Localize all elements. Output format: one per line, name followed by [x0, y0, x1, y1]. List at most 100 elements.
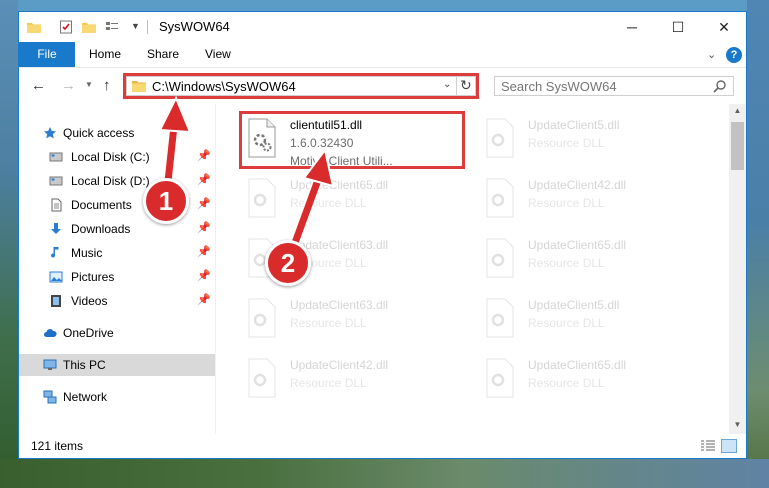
network-icon	[43, 390, 57, 404]
folder-icon	[27, 23, 41, 33]
file-name: UpdateClient42.dll	[290, 358, 389, 372]
drive-icon	[49, 152, 63, 162]
file-name: UpdateClient5.dll	[528, 118, 620, 132]
file-highlight	[239, 111, 465, 169]
computer-icon	[43, 359, 57, 370]
minimize-button[interactable]: ─	[609, 12, 655, 42]
sidebar-item-downloads[interactable]: Downloads 📌	[19, 218, 215, 240]
scroll-thumb[interactable]	[731, 122, 744, 170]
large-icons-view-icon[interactable]	[721, 439, 737, 453]
pin-icon[interactable]: 📌	[197, 269, 211, 282]
tab-view[interactable]: View	[205, 42, 231, 67]
sidebar-item-label: Local Disk (D:)	[71, 174, 150, 188]
sidebar-item-label: Pictures	[71, 270, 115, 284]
cloud-icon	[44, 329, 57, 337]
dll-file-icon	[248, 298, 276, 338]
vertical-scrollbar[interactable]: ▲ ▼	[729, 104, 746, 434]
sidebar-item-label: OneDrive	[63, 326, 114, 340]
sidebar-item-pictures[interactable]: Pictures 📌	[19, 266, 215, 288]
up-arrow-icon[interactable]: ↑	[103, 77, 111, 94]
tab-share[interactable]: Share	[147, 42, 179, 67]
tab-home[interactable]: Home	[89, 42, 121, 67]
file-name: UpdateClient65.dll	[528, 358, 627, 372]
file-type: Resource DLL	[528, 376, 605, 390]
videos-icon	[51, 295, 61, 307]
file-name: UpdateClient65.dll	[290, 178, 389, 192]
item-count: 121 items	[31, 439, 84, 453]
navigation-bar: ← → ▼ ↑ C:\Windows\SysWOW64 ⌄ ↻	[19, 67, 746, 104]
address-bar-highlight	[123, 73, 479, 99]
desktop-background-left	[0, 0, 18, 488]
dll-file-icon	[486, 358, 514, 398]
file-type: Resource DLL	[290, 196, 367, 210]
file-type: Resource DLL	[528, 136, 605, 150]
file-name: UpdateClient65.dll	[528, 238, 627, 252]
quick-access-dropdown-icon[interactable]: ▼	[131, 21, 140, 31]
search-icon[interactable]	[713, 79, 727, 93]
file-item[interactable]: UpdateClient65.dll Resource DLL	[240, 170, 470, 226]
sidebar-item-network[interactable]: Network	[19, 386, 215, 408]
sidebar-item-quick-access[interactable]: Quick access	[19, 122, 215, 144]
sidebar-item-label: This PC	[63, 358, 106, 372]
pin-icon[interactable]: 📌	[197, 173, 211, 186]
pin-icon[interactable]: 📌	[197, 149, 211, 162]
file-type: Resource DLL	[528, 256, 605, 270]
details-view-icon[interactable]	[701, 440, 715, 452]
pin-icon[interactable]: 📌	[197, 293, 211, 306]
expand-ribbon-chevron-icon[interactable]: ⌄	[707, 48, 716, 61]
dll-file-icon	[486, 238, 514, 278]
file-item[interactable]: UpdateClient65.dll Resource DLL	[478, 230, 708, 286]
pin-icon[interactable]: 📌	[197, 221, 211, 234]
sidebar-item-label: Local Disk (C:)	[71, 150, 150, 164]
drive-icon	[49, 176, 63, 186]
recent-locations-chevron-icon[interactable]: ▼	[85, 80, 93, 89]
file-item[interactable]: UpdateClient42.dll Resource DLL	[240, 350, 470, 406]
search-input[interactable]	[495, 77, 711, 95]
pictures-icon	[49, 271, 63, 283]
downloads-icon	[51, 223, 61, 234]
customize-toolbar-icon[interactable]	[105, 20, 119, 34]
file-item[interactable]: UpdateClient65.dll Resource DLL	[478, 350, 708, 406]
help-icon[interactable]: ?	[726, 47, 742, 63]
sidebar-item-local-disk-c[interactable]: Local Disk (C:) 📌	[19, 146, 215, 168]
documents-icon	[51, 198, 62, 212]
forward-arrow-icon[interactable]: →	[61, 77, 76, 94]
file-name: UpdateClient42.dll	[528, 178, 627, 192]
file-item[interactable]: UpdateClient42.dll Resource DLL	[478, 170, 708, 226]
file-item[interactable]: UpdateClient5.dll Resource DLL	[478, 110, 708, 166]
file-item[interactable]: UpdateClient5.dll Resource DLL	[478, 290, 708, 346]
pin-icon[interactable]: 📌	[197, 245, 211, 258]
file-item[interactable]: UpdateClient63.dll Resource DLL	[240, 290, 470, 346]
close-button[interactable]: ✕	[701, 12, 746, 42]
sidebar-item-label: Network	[63, 390, 108, 404]
ribbon-tabs: File Home Share View ⌄ ?	[19, 42, 746, 67]
file-type: Resource DLL	[528, 316, 605, 330]
step-marker-1: 1	[143, 178, 189, 224]
dll-file-icon	[248, 358, 276, 398]
file-type: Resource DLL	[290, 376, 367, 390]
status-bar: 121 items	[19, 434, 746, 458]
file-explorer-window: ▼ SysWOW64 ─ ☐ ✕ File Home Share View ⌄ …	[18, 11, 747, 459]
new-folder-icon[interactable]	[82, 20, 96, 34]
sidebar-item-onedrive[interactable]: OneDrive	[19, 322, 215, 344]
sidebar-item-videos[interactable]: Videos 📌	[19, 290, 215, 312]
file-name: UpdateClient63.dll	[290, 298, 389, 312]
scroll-down-arrow-icon[interactable]: ▼	[729, 420, 746, 429]
sidebar-item-music[interactable]: Music 📌	[19, 242, 215, 264]
search-box[interactable]	[494, 76, 734, 96]
desktop-background-bottom	[0, 459, 769, 488]
star-icon	[44, 127, 56, 139]
scroll-up-arrow-icon[interactable]: ▲	[729, 106, 746, 115]
back-arrow-icon[interactable]: ←	[31, 77, 46, 94]
properties-icon[interactable]	[59, 20, 73, 34]
sidebar-item-label: Music	[71, 246, 103, 260]
tab-file[interactable]: File	[19, 42, 75, 67]
music-icon	[51, 247, 59, 258]
file-name: UpdateClient5.dll	[528, 298, 620, 312]
dll-file-icon	[486, 178, 514, 218]
sidebar-item-label: Downloads	[71, 222, 131, 236]
sidebar-item-this-pc[interactable]: This PC	[19, 354, 215, 376]
maximize-button[interactable]: ☐	[655, 12, 701, 42]
pin-icon[interactable]: 📌	[197, 197, 211, 210]
file-type: Resource DLL	[528, 196, 605, 210]
